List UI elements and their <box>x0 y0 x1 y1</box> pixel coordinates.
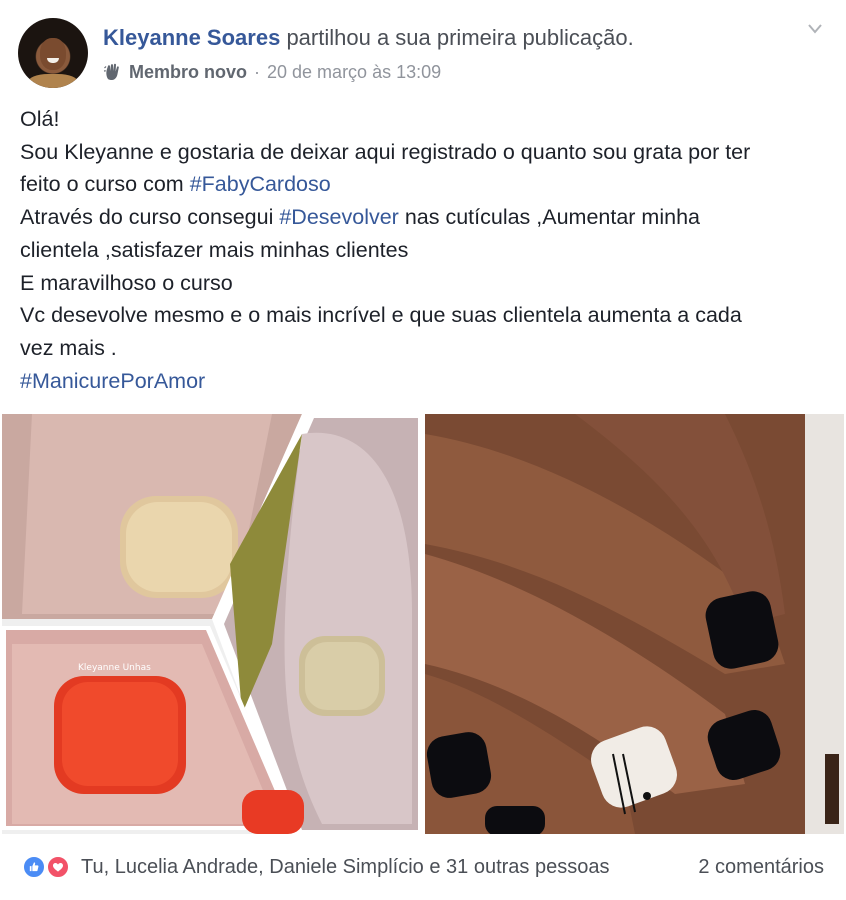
author-line: Kleyanne Soares partilhou a sua primeira… <box>103 24 634 52</box>
post-line: feito o curso com #FabyCardoso <box>20 168 830 201</box>
post-text-segment: Através do curso consegui <box>20 205 280 230</box>
author-name-link[interactable]: Kleyanne Soares <box>103 25 280 50</box>
nails-collage-photo[interactable]: Kleyanne Unhas <box>2 414 420 834</box>
post-line: E maravilhoso o curso <box>20 270 233 295</box>
author-action-text: partilhou a sua primeira publicação. <box>286 25 634 50</box>
author-avatar[interactable] <box>18 18 88 88</box>
waving-hand-icon <box>103 63 119 80</box>
post-text-segment: nas cutículas ,Aumentar minha <box>398 205 700 230</box>
post-line: #ManicurePorAmor <box>20 365 830 398</box>
chevron-down-icon[interactable] <box>806 22 824 36</box>
reactions-bar: Tu, Lucelia Andrade, Daniele Simplício e… <box>0 848 846 884</box>
hashtag-link[interactable]: #Desevolver <box>279 205 399 229</box>
reactions-summary-link[interactable]: Tu, Lucelia Andrade, Daniele Simplício e… <box>81 855 609 879</box>
post-text-segment: feito o curso com <box>20 172 190 197</box>
love-reaction-icon[interactable] <box>46 855 70 879</box>
comments-count-link[interactable]: 2 comentários <box>698 855 824 879</box>
post-line: Através do curso consegui #Desevolver na… <box>20 201 830 234</box>
post-text: Olá! Sou Kleyanne e gostaria de deixar a… <box>20 103 830 397</box>
hashtag-link[interactable]: #FabyCardoso <box>190 172 331 196</box>
post-meta: Membro novo · 20 de março às 13:09 <box>103 60 441 84</box>
new-member-badge: Membro novo <box>129 62 248 82</box>
photo-grid: Kleyanne Unhas <box>0 412 846 836</box>
hand-nails-photo[interactable] <box>425 414 844 834</box>
post-line: Vc desevolve mesmo e o mais incrível e q… <box>20 303 742 328</box>
photo-watermark: Kleyanne Unhas <box>78 663 151 673</box>
like-reaction-icon[interactable] <box>22 855 46 879</box>
post-line: Olá! <box>20 107 60 131</box>
meta-separator: · <box>254 62 261 82</box>
post-line: Sou Kleyanne e gostaria de deixar aqui r… <box>20 139 751 164</box>
post-timestamp[interactable]: 20 de março às 13:09 <box>267 60 441 84</box>
hashtag-link[interactable]: #ManicurePorAmor <box>20 369 205 393</box>
post-line: vez mais . <box>20 335 117 360</box>
post-header: Kleyanne Soares partilhou a sua primeira… <box>0 0 846 100</box>
post-line: clientela ,satisfazer mais minhas client… <box>20 237 409 262</box>
